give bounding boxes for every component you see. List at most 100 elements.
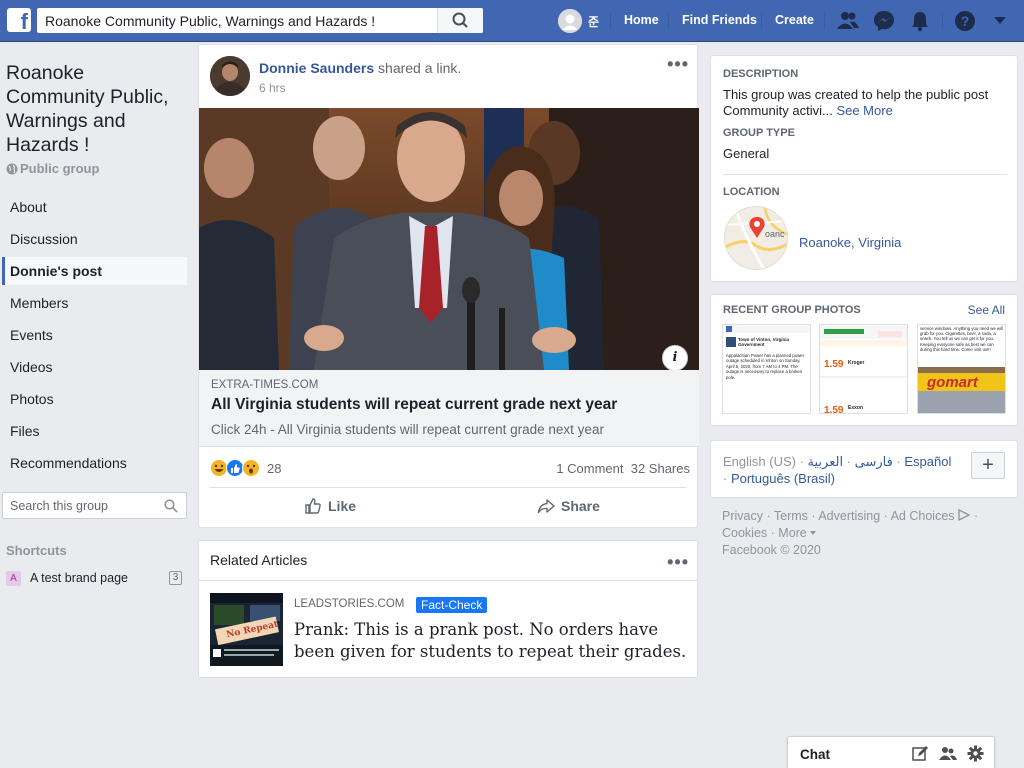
default-avatar-icon [558, 9, 582, 33]
messenger-icon[interactable] [873, 10, 895, 32]
related-options-icon[interactable]: ••• [667, 553, 689, 571]
post-action-text: shared a link. [378, 60, 462, 76]
search-icon [164, 499, 178, 513]
footer-link[interactable]: Advertising [818, 509, 880, 523]
share-arrow-icon [537, 499, 555, 514]
recent-photo-thumbnail[interactable]: 1.59 Kroger 1.59 Exxon [819, 324, 908, 414]
shortcut-label[interactable]: A test brand page [30, 571, 128, 585]
location-map-thumbnail[interactable]: oanc [724, 206, 788, 270]
related-article-domain: LEADSTORIES.COM [294, 598, 405, 610]
copyright-text: Facebook © 2020 [722, 543, 821, 557]
language-link[interactable]: العربية [808, 454, 844, 469]
language-link[interactable]: Español [904, 454, 951, 469]
footer-link[interactable]: Cookies [722, 526, 767, 540]
shortcut-item[interactable]: A A test brand page 3 [6, 571, 186, 589]
related-articles-card: Related Articles ••• No Repeat LEADSTORI… [198, 540, 698, 678]
wow-reaction-icon[interactable] [242, 459, 260, 477]
group-nav-members[interactable]: Members [2, 289, 187, 317]
top-navigation-bar: f Roanoke Community Public, Warnings and… [0, 0, 1024, 42]
profile-name[interactable]: 준 [588, 13, 599, 30]
help-question-icon[interactable]: ? [954, 10, 976, 32]
footer-link[interactable]: Ad Choices [891, 509, 955, 523]
group-search-placeholder[interactable]: Search this group [10, 499, 108, 513]
related-article-text[interactable]: Prank: This is a prank post. No orders h… [294, 619, 694, 663]
footer-link[interactable]: More [778, 526, 806, 540]
ad-choices-icon[interactable] [957, 508, 971, 522]
recent-photo-thumbnail[interactable]: service windows. Anything you need we wi… [917, 324, 1006, 414]
author-name-link[interactable]: Donnie Saunders [259, 60, 374, 76]
group-nav-files[interactable]: Files [2, 417, 187, 445]
recent-group-photos-card: RECENT GROUP PHOTOS See All Town of Vint… [710, 294, 1018, 426]
see-all-photos-link[interactable]: See All [968, 303, 1005, 317]
comments-shares-count[interactable]: 1 Comment 32 Shares [556, 461, 690, 476]
new-message-compose-icon[interactable] [912, 745, 929, 762]
link-preview-image[interactable]: i [199, 108, 699, 370]
related-article-thumbnail[interactable]: No Repeat [210, 593, 283, 666]
shortcuts-heading: Shortcuts [6, 543, 67, 558]
nav-create-link[interactable]: Create [775, 13, 814, 27]
profile-avatar[interactable] [558, 9, 582, 33]
brand-page-icon: A [6, 571, 21, 586]
photo-2-name-1: Kroger [848, 360, 865, 366]
group-nav-recommendations[interactable]: Recommendations [2, 449, 187, 477]
nav-find-friends-link[interactable]: Find Friends [682, 13, 757, 27]
share-button[interactable]: Share [537, 497, 600, 515]
language-link[interactable]: Português (Brasil) [731, 471, 835, 486]
language-selector-card: English (US) · فارسی · العربية · Español… [710, 440, 1018, 498]
see-more-link[interactable]: See More [836, 103, 892, 118]
recent-photo-thumbnail[interactable]: Town of Vinton, Virginia Government Appa… [722, 324, 811, 414]
like-label[interactable]: Like [328, 498, 356, 514]
group-nav-about[interactable]: About [2, 193, 187, 221]
link-preview[interactable]: EXTRA-TIMES.COM All Virginia students wi… [199, 370, 699, 447]
post-options-icon[interactable]: ••• [667, 55, 689, 73]
share-label[interactable]: Share [561, 498, 600, 514]
group-nav-discussion[interactable]: Discussion [2, 225, 187, 253]
info-icon[interactable]: i [662, 345, 688, 370]
group-nav-photos[interactable]: Photos [2, 385, 187, 413]
link-title[interactable]: All Virginia students will repeat curren… [211, 396, 617, 414]
post-author-line: Donnie Saunders shared a link. [259, 60, 461, 76]
chat-label[interactable]: Chat [800, 747, 830, 762]
divider [199, 580, 697, 581]
author-avatar[interactable] [210, 56, 250, 96]
nav-divider [668, 13, 669, 29]
thumbs-up-icon [305, 498, 321, 514]
group-title[interactable]: Roanoke Community Public, Warnings and H… [6, 61, 186, 157]
more-languages-button[interactable]: + [971, 452, 1005, 479]
nav-divider [761, 13, 762, 29]
group-about-card: DESCRIPTION This group was created to he… [710, 55, 1018, 282]
current-language: English (US) [723, 454, 796, 469]
friend-requests-icon[interactable] [836, 10, 860, 32]
group-nav-events[interactable]: Events [2, 321, 187, 349]
search-input-value[interactable]: Roanoke Community Public, Warnings and H… [45, 13, 375, 29]
group-nav-donnies-post[interactable]: Donnie's post [2, 257, 187, 285]
search-input[interactable]: Roanoke Community Public, Warnings and H… [37, 8, 483, 33]
account-menu-chevron-down-icon[interactable] [992, 15, 1008, 27]
chat-bar[interactable]: Chat [787, 736, 995, 768]
like-button[interactable]: Like [304, 497, 356, 515]
location-link[interactable]: Roanoke, Virginia [799, 235, 901, 250]
author-photo-icon [210, 56, 250, 96]
group-search-input[interactable]: Search this group [2, 492, 187, 519]
language-list: English (US) · فارسی · العربية · Español… [723, 454, 952, 486]
footer-link[interactable]: Privacy [722, 509, 763, 523]
notifications-bell-icon[interactable] [909, 10, 931, 32]
nav-divider [942, 13, 943, 29]
footer-link[interactable]: Terms [774, 509, 808, 523]
chat-settings-gear-icon[interactable] [967, 745, 984, 762]
reaction-count[interactable]: 28 [267, 461, 281, 476]
post-timestamp[interactable]: 6 hrs [259, 81, 286, 95]
shortcut-count-badge: 3 [169, 571, 182, 585]
group-nav-videos[interactable]: Videos [2, 353, 187, 381]
language-link[interactable]: فارسی [855, 454, 893, 469]
page-footer: Privacy · Terms · Advertising · Ad Choic… [722, 508, 1012, 559]
facebook-logo-icon[interactable]: f [7, 8, 31, 32]
footer-links: Privacy · Terms · Advertising · Ad Choic… [722, 508, 979, 540]
nav-divider [610, 13, 611, 29]
globe-icon [6, 163, 18, 175]
gomart-logo: gomart [927, 374, 978, 391]
dropdown-caret-icon[interactable] [809, 529, 817, 537]
nav-home-link[interactable]: Home [624, 13, 659, 27]
create-group-chat-icon[interactable] [939, 745, 957, 762]
search-button[interactable] [437, 8, 483, 33]
